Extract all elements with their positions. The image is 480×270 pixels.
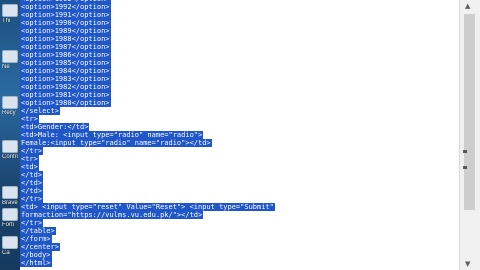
code-line: </form> <box>20 235 52 243</box>
code-line: <option>1986</option> <box>20 51 111 59</box>
code-line: <option>1983</option> <box>20 75 111 83</box>
code-line-text: <td> <box>20 163 39 171</box>
code-line: <option>1982</option> <box>20 83 111 91</box>
desktop-icon-label: Thi <box>2 18 11 24</box>
code-line: </select> <box>20 107 60 115</box>
code-line: Female:<input type="radio" name="radio">… <box>20 139 212 147</box>
desktop-icon-label: Forti <box>2 222 14 228</box>
code-line: <option>1987</option> <box>20 43 111 51</box>
code-line: <td>Gender:</td> <box>20 123 90 131</box>
code-line-text: <option>1986</option> <box>20 51 111 59</box>
desktop-icon-label: Ca <box>2 250 10 256</box>
computer-icon <box>2 4 18 17</box>
code-line-text: <option>1984</option> <box>20 67 111 75</box>
code-line-text: <option>1985</option> <box>20 59 111 67</box>
code-line: <option>1992</option> <box>20 3 111 11</box>
desktop-icon[interactable]: Contro <box>2 140 18 160</box>
code-line: <option>1980</option> <box>20 99 111 107</box>
scroll-marker <box>463 150 467 153</box>
code-line-text: </tr> <box>20 147 44 155</box>
code-line-text: <option>1980</option> <box>20 99 111 107</box>
desktop-icon-label: Ne <box>2 64 10 70</box>
code-line-text: <option>1988</option> <box>20 35 111 43</box>
code-line-text: </td> <box>20 187 44 195</box>
code-line: <option>1991</option> <box>20 11 111 19</box>
code-line: </tr> <box>20 147 44 155</box>
code-line: <option>1985</option> <box>20 59 111 67</box>
code-line: </tr> <box>20 219 44 227</box>
code-line: formaction="https://vulms.vu.edu.pk/"></… <box>20 211 204 219</box>
code-line-text: </table> <box>20 227 56 235</box>
code-line: </td> <box>20 187 44 195</box>
desktop-icon-label: Recy <box>2 110 16 116</box>
code-line: <option>1988</option> <box>20 35 111 43</box>
code-line-text: </tr> <box>20 195 44 203</box>
code-line-text: </center> <box>20 243 60 251</box>
code-line-text: <td> <input type="reset" Value="Reset"> … <box>20 203 275 211</box>
vertical-scrollbar[interactable]: ▲ ▼ <box>459 0 480 270</box>
code-line-text: <option>1982</option> <box>20 83 111 91</box>
code-line: <option>1989</option> <box>20 27 111 35</box>
code-line: <td> <input type="reset" Value="Reset"> … <box>20 203 275 211</box>
desktop-sidebar: Thi Ne Recy Contro Brave Forti Ca <box>0 0 20 270</box>
desktop-icon-label: Brave <box>2 200 18 206</box>
desktop-icon[interactable]: Brave <box>2 186 18 206</box>
code-line: </td> <box>20 179 44 187</box>
desktop-icon[interactable]: Recy <box>2 96 18 116</box>
desktop-icon[interactable]: Thi <box>2 4 18 24</box>
code-line: <td> <box>20 163 39 171</box>
code-line-text: <option>1981</option> <box>20 91 111 99</box>
control-panel-icon <box>2 140 18 153</box>
scroll-down-icon[interactable]: ▼ <box>465 260 470 268</box>
code-line-text: <option>1987</option> <box>20 43 111 51</box>
code-line-text: <td>Gender:</td> <box>20 123 90 131</box>
code-line-text: </td> <box>20 179 44 187</box>
code-line-text: </form> <box>20 235 52 243</box>
code-line-text: </select> <box>20 107 60 115</box>
code-line-text: </td> <box>20 171 44 179</box>
code-line: </body> <box>20 251 52 259</box>
code-line-text: <option>1992</option> <box>20 3 111 11</box>
code-line: <option>1984</option> <box>20 67 111 75</box>
desktop-icon-label: Contro <box>2 154 18 160</box>
code-line-text: <option>1989</option> <box>20 27 111 35</box>
recycle-bin-icon <box>2 96 18 109</box>
scroll-marker <box>463 166 467 169</box>
code-line: <option>1990</option> <box>20 19 111 27</box>
code-line: <tr> <box>20 115 39 123</box>
code-line-text: </tr> <box>20 219 44 227</box>
code-line: </td> <box>20 171 44 179</box>
camtasia-icon <box>2 236 18 249</box>
code-line-text: formaction="https://vulms.vu.edu.pk/"></… <box>20 211 204 219</box>
brave-browser-icon <box>2 186 18 199</box>
forticlient-icon <box>2 208 18 221</box>
code-line: <td>Male: <input type="radio" name="radi… <box>20 131 204 139</box>
code-line-text: <td>Male: <input type="radio" name="radi… <box>20 131 204 139</box>
code-line-text: <tr> <box>20 115 39 123</box>
code-line-text: <option>1983</option> <box>20 75 111 83</box>
code-line: </html> <box>20 259 52 267</box>
code-line: </tr> <box>20 195 44 203</box>
code-line: </center> <box>20 243 60 251</box>
code-line-text: <option>1991</option> <box>20 11 111 19</box>
code-editor[interactable]: <option>1993</option><option>1992</optio… <box>20 0 460 270</box>
scroll-up-icon[interactable]: ▲ <box>465 2 470 10</box>
code-line-text: </html> <box>20 259 52 267</box>
scrollbar-thumb[interactable] <box>464 14 475 210</box>
network-icon <box>2 50 18 63</box>
code-line-text: <tr> <box>20 155 39 163</box>
code-line-text: <option>1990</option> <box>20 19 111 27</box>
code-line: </table> <box>20 227 56 235</box>
desktop-icon[interactable]: Ne <box>2 50 18 70</box>
desktop-icon[interactable]: Ca <box>2 236 18 256</box>
code-line-text: </body> <box>20 251 52 259</box>
code-line: <option>1981</option> <box>20 91 111 99</box>
code-line-text: Female:<input type="radio" name="radio">… <box>20 139 212 147</box>
code-line: <tr> <box>20 155 39 163</box>
desktop-icon[interactable]: Forti <box>2 208 18 228</box>
